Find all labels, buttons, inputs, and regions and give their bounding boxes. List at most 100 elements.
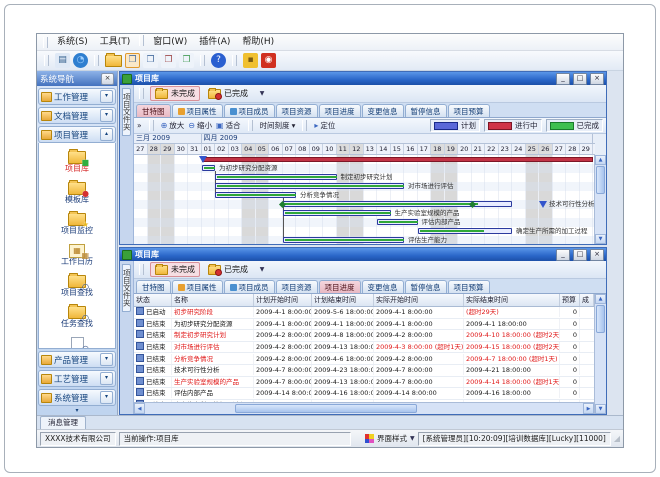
menu-item[interactable]: 帮助(H): [236, 35, 280, 49]
filter-more-icon[interactable]: ▼: [256, 88, 268, 100]
sidebar-section-project[interactable]: 项目管理▴: [38, 126, 116, 143]
expand-icon[interactable]: ▾: [100, 391, 113, 404]
task-bar[interactable]: [377, 219, 418, 225]
locate-button[interactable]: ▸定位: [314, 120, 335, 131]
scroll-left-icon[interactable]: ◀: [134, 403, 145, 414]
folder-icon[interactable]: [105, 55, 122, 67]
globe-icon[interactable]: ◔: [73, 53, 88, 68]
gantt-vscrollbar[interactable]: ▲▼: [594, 155, 606, 244]
close-windows-icon[interactable]: ❐: [179, 53, 194, 68]
table-row[interactable]: 已结束制定初步研究计划2009-4-2 8:00:002009-4-8 18:0…: [134, 330, 594, 342]
tab-项目预算[interactable]: 项目预算: [448, 280, 490, 293]
table-row[interactable]: 已启动初步研究阶段2009-4-1 8:00:002009-5-6 18:00:…: [134, 307, 594, 319]
sidebar-overflow-icon[interactable]: ▾: [37, 406, 117, 415]
column-header-实际结束时间[interactable]: 实际结束时间: [464, 294, 560, 306]
minimize-button[interactable]: _: [556, 73, 570, 85]
scroll-right-icon[interactable]: ▶: [583, 403, 594, 414]
column-header-计划结束时间[interactable]: 计划结束时间: [312, 294, 374, 306]
tab-变更信息[interactable]: 变更信息: [362, 280, 404, 293]
sidebar-item-项目监控[interactable]: ★项目监控: [39, 208, 115, 239]
menu-item[interactable]: 窗口(W): [147, 35, 193, 49]
table-row[interactable]: 已结束生产实验室规模的产品2009-4-7 8:00:002009-4-13 1…: [134, 377, 594, 389]
tab-项目属性[interactable]: 项目属性: [172, 104, 223, 117]
project-folder-vtab[interactable]: 项目文件夹: [122, 264, 132, 312]
menu-item[interactable]: 工具(T): [94, 35, 137, 49]
tab-甘特图[interactable]: 甘特图: [136, 280, 171, 293]
tab-项目属性[interactable]: 项目属性: [172, 280, 223, 293]
sidebar-close-icon[interactable]: ×: [101, 73, 114, 85]
sidebar-section-bottom0[interactable]: 产品管理▾: [38, 351, 116, 368]
tab-项目成员[interactable]: 项目成员: [224, 104, 275, 117]
task-bar[interactable]: [215, 192, 296, 198]
tab-项目资源[interactable]: 项目资源: [276, 280, 318, 293]
tile-windows-icon[interactable]: ❐: [161, 53, 176, 68]
task-bar[interactable]: [215, 183, 404, 189]
tab-项目进度[interactable]: 项目进度: [319, 280, 361, 293]
workspace-icon[interactable]: ▤: [55, 53, 70, 68]
table-row[interactable]: 已结束为初步研究分配资源2009-4-1 8:00:002009-4-1 18:…: [134, 319, 594, 331]
task-bar[interactable]: [283, 210, 391, 216]
style-dropdown-icon[interactable]: ▼: [410, 435, 415, 442]
sidebar-section-bottom1[interactable]: 工艺管理▾: [38, 370, 116, 387]
scroll-thumb[interactable]: [596, 305, 605, 333]
scroll-down-icon[interactable]: ▼: [595, 404, 606, 414]
filter-已完成[interactable]: 已完成: [203, 86, 253, 101]
collapse-icon[interactable]: ▴: [100, 128, 113, 141]
tab-项目预算[interactable]: 项目预算: [448, 104, 490, 117]
table-row[interactable]: 已结束技术可行性分析2009-4-7 8:00:002009-4-23 18:0…: [134, 365, 594, 377]
sidebar-item-项目库[interactable]: ■项目库: [39, 146, 115, 177]
column-header-计划开始时间[interactable]: 计划开始时间: [254, 294, 312, 306]
expand-icon[interactable]: ▾: [100, 372, 113, 385]
zoom-in-button[interactable]: ⊕放大: [161, 120, 185, 131]
fit-button[interactable]: ▣适合: [216, 120, 241, 131]
sidebar-item-模板库[interactable]: ●模板库: [39, 177, 115, 208]
sidebar-section-top0[interactable]: 工作管理▾: [38, 88, 116, 105]
zoom-out-button[interactable]: ⊖缩小: [188, 120, 212, 131]
cascade-windows-icon[interactable]: ❐: [143, 53, 158, 68]
tab-message-management[interactable]: 消息管理: [40, 416, 86, 429]
task-bar[interactable]: [202, 165, 216, 171]
scroll-down-icon[interactable]: ▼: [595, 234, 606, 244]
table-row[interactable]: 已结束评估内部产品2009-4-14 8:00:002009-4-16 18:0…: [134, 388, 594, 400]
sidebar-section-top1[interactable]: 文档管理▾: [38, 107, 116, 124]
maximize-button[interactable]: □: [573, 73, 587, 85]
window-titlebar[interactable]: 项目库_□×: [120, 72, 606, 85]
table-vscrollbar[interactable]: ▲▼: [594, 294, 606, 414]
tab-暂停信息[interactable]: 暂停信息: [405, 104, 447, 117]
menu-item[interactable]: 插件(A): [193, 35, 236, 49]
table-row[interactable]: 已结束对市场进行评估2009-4-2 8:00:002009-4-13 18:0…: [134, 342, 594, 354]
table-row[interactable]: 已结束分析竞争情况2009-4-2 8:00:002009-4-6 18:00:…: [134, 353, 594, 365]
close-button[interactable]: ×: [590, 73, 604, 85]
task-bar[interactable]: [283, 237, 405, 243]
column-header-状态[interactable]: 状态: [134, 294, 172, 306]
task-bar[interactable]: [418, 228, 513, 234]
overflow-chevrons-icon[interactable]: »: [137, 121, 142, 130]
task-bar[interactable]: [283, 201, 513, 207]
sidebar-section-bottom2[interactable]: 系统管理▾: [38, 389, 116, 406]
sidebar-item-项目文档查找[interactable]: ○项目文档查找: [39, 332, 115, 349]
filter-未完成[interactable]: 未完成: [150, 262, 200, 277]
style-label[interactable]: 界面样式: [377, 433, 407, 444]
hscroll-thumb[interactable]: [235, 404, 417, 413]
tab-变更信息[interactable]: 变更信息: [362, 104, 404, 117]
summary-bar[interactable]: [202, 157, 594, 162]
filter-已完成[interactable]: 已完成: [203, 262, 253, 277]
layout-window-icon[interactable]: ❐: [125, 53, 140, 68]
close-button[interactable]: ×: [590, 249, 604, 261]
column-header-实际开始时间[interactable]: 实际开始时间: [374, 294, 464, 306]
time-scale-button[interactable]: 时间刻度 ▾: [260, 120, 296, 131]
filter-未完成[interactable]: 未完成: [150, 86, 200, 101]
sidebar-item-任务查找[interactable]: ○任务查找: [39, 301, 115, 332]
help-icon[interactable]: ?: [211, 53, 226, 68]
expand-icon[interactable]: ▾: [100, 90, 113, 103]
column-header-名称[interactable]: 名称: [172, 294, 254, 306]
column-header-预算[interactable]: 预算: [560, 294, 580, 306]
tab-项目成员[interactable]: 项目成员: [224, 280, 275, 293]
menu-item[interactable]: 系统(S): [51, 35, 94, 49]
sidebar-item-项目查找[interactable]: ○项目查找: [39, 270, 115, 301]
tab-项目进度[interactable]: 项目进度: [319, 104, 361, 117]
resize-grip[interactable]: ◢: [614, 435, 620, 443]
tab-甘特图[interactable]: 甘特图: [136, 104, 171, 117]
window-titlebar[interactable]: 项目库_□×: [120, 248, 606, 261]
project-folder-vtab[interactable]: 项目文件夹: [122, 88, 132, 136]
